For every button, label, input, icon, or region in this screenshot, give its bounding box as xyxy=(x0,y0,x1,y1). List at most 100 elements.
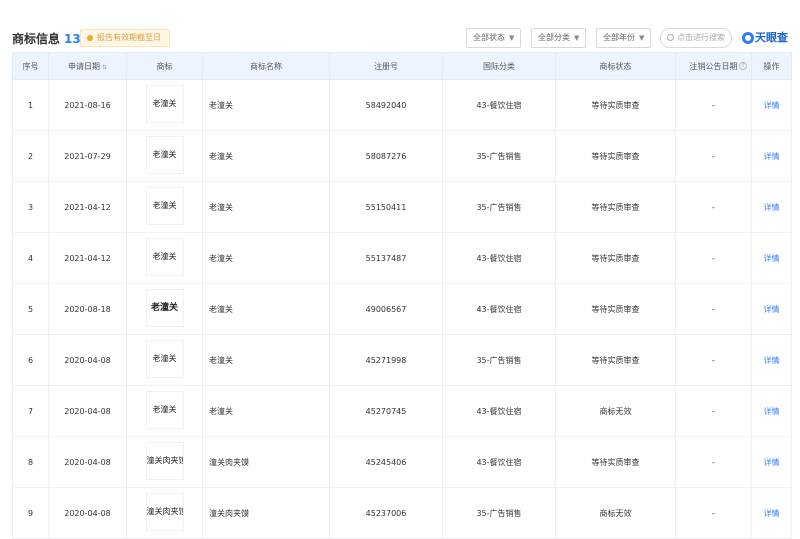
section-title-text: 商标信息 xyxy=(12,32,61,46)
help-icon[interactable]: ? xyxy=(739,62,747,70)
col-header-name: 商标名称 xyxy=(202,52,330,80)
chevron-down-icon: ▼ xyxy=(509,34,515,42)
detail-link[interactable]: 详情 xyxy=(764,152,780,161)
category-filter-label: 全部分类 xyxy=(538,33,570,42)
row-date: 2021-04-12 xyxy=(48,181,127,233)
row-cancel-date: - xyxy=(675,181,752,233)
row-no: 9 xyxy=(12,487,49,539)
trademark-image[interactable]: 老潼关 xyxy=(145,238,184,276)
row-action: 详情 xyxy=(751,385,792,437)
row-reg-no: 45270745 xyxy=(329,385,443,437)
row-status: 商标无效 xyxy=(555,385,676,437)
row-class: 35-广告销售 xyxy=(442,130,556,182)
col-header-cancel-date-label: 注销公告日期 xyxy=(689,61,738,71)
row-reg-no: 45245406 xyxy=(329,436,443,488)
detail-link[interactable]: 详情 xyxy=(764,407,780,416)
status-filter-label: 全部状态 xyxy=(473,33,505,42)
row-action: 详情 xyxy=(751,334,792,386)
row-reg-no: 49006567 xyxy=(329,283,443,335)
row-mark[interactable]: 老潼关 xyxy=(126,334,203,386)
table-row: 9 2020-04-08 潼关肉夹馍 潼关肉夹馍 45237006 35-广告销售 商标无效… xyxy=(12,487,792,539)
detail-link[interactable]: 详情 xyxy=(764,101,780,110)
detail-link[interactable]: 详情 xyxy=(764,356,780,365)
row-status: 商标无效 xyxy=(555,487,676,539)
trademark-image[interactable]: 老潼关 xyxy=(145,340,184,378)
row-class: 43-餐饮住宿 xyxy=(442,232,556,284)
row-cancel-date: - xyxy=(675,334,752,386)
report-tip-badge[interactable]: 报告有效期截至日 xyxy=(80,29,170,47)
trademark-image[interactable]: 老潼关 xyxy=(145,289,184,327)
warning-dot-icon xyxy=(87,34,93,41)
row-status: 等待实质审查 xyxy=(555,232,676,284)
row-no: 1 xyxy=(12,79,49,131)
trademark-count: 13 xyxy=(64,32,81,46)
row-no: 2 xyxy=(12,130,49,182)
row-no: 5 xyxy=(12,283,49,335)
row-cancel-date: - xyxy=(675,487,752,539)
row-status: 等待实质审查 xyxy=(555,79,676,131)
detail-link[interactable]: 详情 xyxy=(764,305,780,314)
row-mark[interactable]: 老潼关 xyxy=(126,79,203,131)
row-action: 详情 xyxy=(751,130,792,182)
row-reg-no: 45271998 xyxy=(329,334,443,386)
detail-link[interactable]: 详情 xyxy=(764,509,780,518)
row-reg-no: 45237006 xyxy=(329,487,443,539)
search-input[interactable]: 点击进行搜索 xyxy=(660,28,732,48)
row-mark[interactable]: 潼关肉夹馍 xyxy=(126,436,203,488)
row-mark[interactable]: 老潼关 xyxy=(126,283,203,335)
row-action: 详情 xyxy=(751,181,792,233)
row-name: 老潼关 xyxy=(202,130,330,182)
trademark-image[interactable]: 老潼关 xyxy=(145,85,184,123)
chevron-down-icon: ▼ xyxy=(574,34,580,42)
table-row: 2 2021-07-29 老潼关 老潼关 58087276 35-广告销售 等待实质审查 - 详… xyxy=(12,130,792,182)
category-filter-dropdown[interactable]: 全部分类 ▼ xyxy=(531,28,587,48)
table-body: 1 2021-08-16 老潼关 老潼关 58492040 43-餐饮住宿 等待实质审查 - 详… xyxy=(12,79,792,539)
detail-link[interactable]: 详情 xyxy=(764,458,780,467)
trademark-table: 序号 申请日期 ⇅ 商标 商标名称 注册号 国际分类 商标状态 注销公告日期? 操… xyxy=(12,52,792,539)
year-filter-dropdown[interactable]: 全部年份 ▼ xyxy=(596,28,652,48)
sort-icon[interactable]: ⇅ xyxy=(102,64,107,71)
table-row: 3 2021-04-12 老潼关 老潼关 55150411 35-广告销售 等待实质审查 - 详… xyxy=(12,181,792,233)
row-action: 详情 xyxy=(751,436,792,488)
row-status: 等待实质审查 xyxy=(555,181,676,233)
row-date: 2021-08-16 xyxy=(48,79,127,131)
col-header-status: 商标状态 xyxy=(555,52,676,80)
row-cancel-date: - xyxy=(675,385,752,437)
row-no: 6 xyxy=(12,334,49,386)
row-action: 详情 xyxy=(751,79,792,131)
trademark-image[interactable]: 老潼关 xyxy=(145,136,184,174)
row-action: 详情 xyxy=(751,487,792,539)
status-filter-dropdown[interactable]: 全部状态 ▼ xyxy=(466,28,522,48)
row-class: 35-广告销售 xyxy=(442,487,556,539)
row-name: 老潼关 xyxy=(202,283,330,335)
row-cancel-date: - xyxy=(675,79,752,131)
row-mark[interactable]: 老潼关 xyxy=(126,181,203,233)
col-header-no: 序号 xyxy=(12,52,49,80)
row-mark[interactable]: 老潼关 xyxy=(126,385,203,437)
row-mark[interactable]: 老潼关 xyxy=(126,232,203,284)
row-mark[interactable]: 潼关肉夹馍 xyxy=(126,487,203,539)
table-row: 6 2020-04-08 老潼关 老潼关 45271998 35-广告销售 等待实质审查 - 详… xyxy=(12,334,792,386)
detail-link[interactable]: 详情 xyxy=(764,254,780,263)
col-header-date[interactable]: 申请日期 ⇅ xyxy=(48,52,127,80)
row-date: 2020-04-08 xyxy=(48,334,127,386)
trademark-image[interactable]: 老潼关 xyxy=(145,391,184,429)
trademark-image[interactable]: 老潼关 xyxy=(145,187,184,225)
section-title: 商标信息 13 xyxy=(12,30,81,47)
logo-mark-icon xyxy=(742,32,754,44)
row-mark[interactable]: 老潼关 xyxy=(126,130,203,182)
row-class: 43-餐饮住宿 xyxy=(442,283,556,335)
trademark-image[interactable]: 潼关肉夹馍 xyxy=(145,442,184,480)
detail-link[interactable]: 详情 xyxy=(764,203,780,212)
row-no: 7 xyxy=(12,385,49,437)
row-date: 2020-04-08 xyxy=(48,385,127,437)
table-header-row: 序号 申请日期 ⇅ 商标 商标名称 注册号 国际分类 商标状态 注销公告日期? 操… xyxy=(12,52,792,80)
table-row: 7 2020-04-08 老潼关 老潼关 45270745 43-餐饮住宿 商标无效 - 详情 xyxy=(12,385,792,437)
row-status: 等待实质审查 xyxy=(555,436,676,488)
row-name: 潼关肉夹馍 xyxy=(202,436,330,488)
trademark-image[interactable]: 潼关肉夹馍 xyxy=(145,493,184,531)
row-status: 等待实质审查 xyxy=(555,283,676,335)
row-action: 详情 xyxy=(751,283,792,335)
row-class: 35-广告销售 xyxy=(442,334,556,386)
row-date: 2020-04-08 xyxy=(48,487,127,539)
